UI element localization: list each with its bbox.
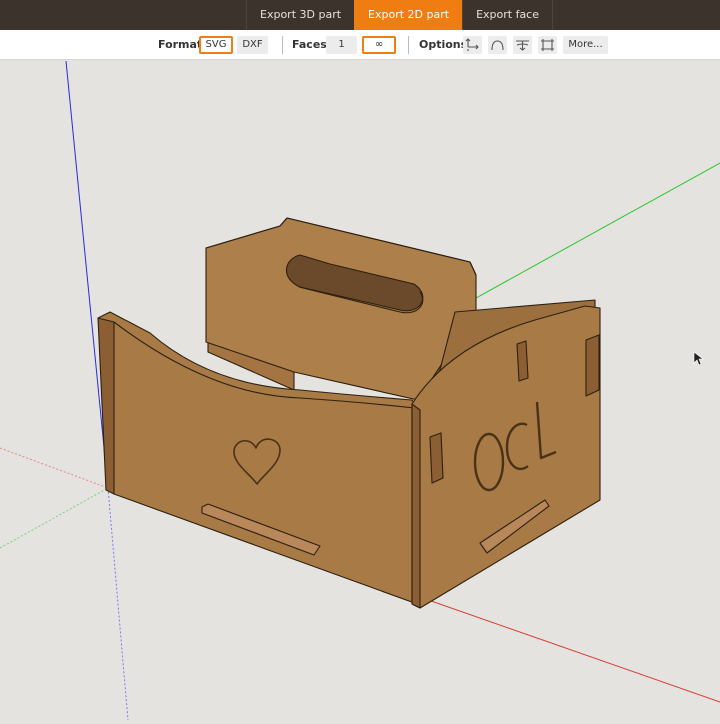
faces-label: Faces [292,38,327,51]
3d-model-canvas [0,60,720,721]
tab-export-face[interactable]: Export face [462,0,553,30]
faces-infinite-button[interactable]: ∞ [362,36,396,54]
format-label: Format [158,38,203,51]
red-axis-negative [0,447,109,489]
arc-icon[interactable] [488,36,507,54]
top-bar: Export 3D part Export 2D part Export fac… [0,0,720,30]
separator [282,36,283,54]
dimension-icon[interactable] [463,36,482,54]
3d-viewport[interactable] [0,60,720,721]
tab-export-2d-part[interactable]: Export 2D part [354,0,463,30]
export-tabs: Export 3D part Export 2D part Export fac… [246,0,553,30]
wooden-box-model [97,217,601,609]
bounding-box-icon[interactable] [538,36,557,54]
blue-axis [65,60,109,489]
depth-icon[interactable] [513,36,532,54]
export-options-toolbar: Format SVG DXF Faces 1 ∞ Options More... [0,30,720,60]
mouse-cursor-icon [693,351,704,366]
green-axis [475,162,720,299]
green-axis-negative [0,487,109,549]
tab-export-3d-part[interactable]: Export 3D part [246,0,354,30]
format-svg-button[interactable]: SVG [199,36,233,54]
options-label: Options [419,38,468,51]
separator [408,36,409,54]
format-dxf-button[interactable]: DXF [237,36,268,54]
more-options-button[interactable]: More... [563,36,608,54]
faces-one-button[interactable]: 1 [326,36,357,54]
blue-axis-negative [107,487,129,721]
